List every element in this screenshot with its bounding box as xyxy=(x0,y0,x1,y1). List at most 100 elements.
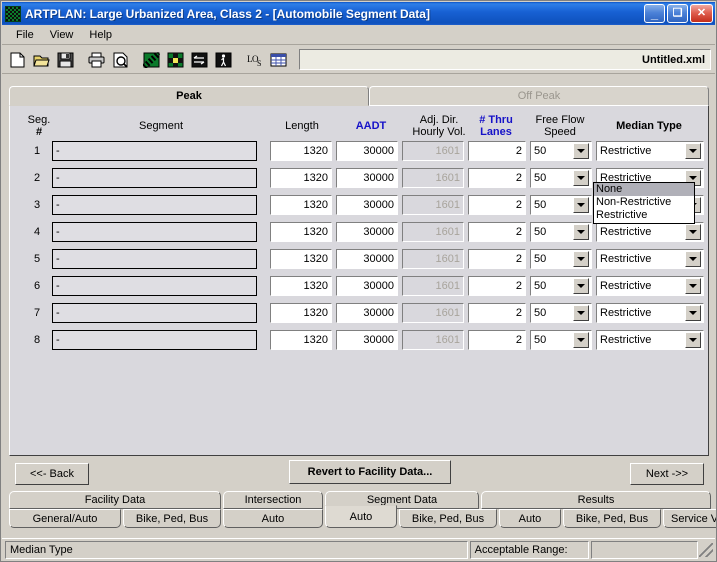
chevron-down-icon[interactable] xyxy=(573,197,589,213)
median-type-combo[interactable]: Restrictive xyxy=(596,141,704,161)
chevron-down-icon[interactable] xyxy=(573,143,589,159)
chevron-down-icon[interactable] xyxy=(685,305,701,321)
print-preview-button[interactable] xyxy=(109,49,132,71)
menu-item-help[interactable]: Help xyxy=(81,27,120,43)
los-button[interactable]: L O S xyxy=(243,49,266,71)
thru-lanes-field[interactable]: 2 xyxy=(468,222,526,242)
free-flow-speed-combo[interactable]: 50 xyxy=(530,276,592,296)
thru-lanes-field[interactable]: 2 xyxy=(468,276,526,296)
segment-field[interactable]: - xyxy=(52,222,257,242)
chevron-down-icon[interactable] xyxy=(685,278,701,294)
thru-lanes-field[interactable]: 2 xyxy=(468,168,526,188)
segment-field[interactable]: - xyxy=(52,276,257,296)
median-type-combo[interactable]: Restrictive xyxy=(596,276,704,296)
chevron-down-icon[interactable] xyxy=(573,305,589,321)
aadt-field[interactable]: 30000 xyxy=(336,249,398,269)
chevron-down-icon[interactable] xyxy=(573,251,589,267)
menu-item-file[interactable]: File xyxy=(8,27,42,43)
subtab-facility-general-auto[interactable]: General/Auto xyxy=(9,509,121,528)
group-tab-intersection[interactable]: Intersection xyxy=(223,491,323,509)
segment-field[interactable]: - xyxy=(52,141,257,161)
tab-peak[interactable]: Peak xyxy=(9,86,369,106)
median-type-combo[interactable]: Restrictive xyxy=(596,249,704,269)
free-flow-speed-combo[interactable]: 50 xyxy=(530,222,592,242)
length-field[interactable]: 1320 xyxy=(270,141,332,161)
length-field[interactable]: 1320 xyxy=(270,249,332,269)
back-button[interactable]: <<- Back xyxy=(15,463,89,485)
group-tab-facility-data[interactable]: Facility Data xyxy=(9,491,221,509)
next-button[interactable]: Next ->> xyxy=(630,463,704,485)
resize-grip-icon[interactable] xyxy=(699,542,713,557)
aadt-field[interactable]: 30000 xyxy=(336,195,398,215)
tab-off-peak[interactable]: Off Peak xyxy=(369,86,709,106)
chevron-down-icon[interactable] xyxy=(573,332,589,348)
free-flow-speed-combo[interactable]: 50 xyxy=(530,141,592,161)
aadt-field[interactable]: 30000 xyxy=(336,276,398,296)
open-file-button[interactable] xyxy=(30,49,53,71)
segment-field[interactable]: - xyxy=(52,330,257,350)
median-type-combo[interactable]: Restrictive xyxy=(596,303,704,323)
chevron-down-icon[interactable] xyxy=(685,332,701,348)
segment-field[interactable]: - xyxy=(52,249,257,269)
chevron-down-icon[interactable] xyxy=(685,251,701,267)
length-field[interactable]: 1320 xyxy=(270,195,332,215)
subtab-segment-auto[interactable]: Auto xyxy=(325,505,397,528)
chevron-down-icon[interactable] xyxy=(573,224,589,240)
menu-item-view[interactable]: View xyxy=(42,27,82,43)
report-button[interactable] xyxy=(267,49,290,71)
thru-lanes-field[interactable]: 2 xyxy=(468,249,526,269)
subtab-facility-bike-ped-bus[interactable]: Bike, Ped, Bus xyxy=(123,509,221,528)
new-file-button[interactable] xyxy=(6,49,29,71)
dropdown-option-none[interactable]: None xyxy=(594,183,694,196)
chevron-down-icon[interactable] xyxy=(685,143,701,159)
revert-to-facility-data-button[interactable]: Revert to Facility Data... xyxy=(289,460,451,484)
pedestrian-button[interactable] xyxy=(212,49,235,71)
maximize-button[interactable]: ❑ xyxy=(667,4,688,23)
aadt-field[interactable]: 30000 xyxy=(336,330,398,350)
median-type-combo[interactable]: Restrictive xyxy=(596,222,704,242)
subtab-results-bike-ped-bus[interactable]: Bike, Ped, Bus xyxy=(563,509,661,528)
median-type-combo[interactable]: Restrictive xyxy=(596,330,704,350)
dropdown-option-non-restrictive[interactable]: Non-Restrictive xyxy=(594,196,694,209)
subtab-intersection-auto[interactable]: Auto xyxy=(223,509,323,528)
dropdown-option-restrictive[interactable]: Restrictive xyxy=(594,209,694,222)
intersection-button[interactable] xyxy=(164,49,187,71)
facility-button[interactable] xyxy=(140,49,163,71)
thru-lanes-field[interactable]: 2 xyxy=(468,330,526,350)
thru-lanes-field[interactable]: 2 xyxy=(468,195,526,215)
save-button[interactable] xyxy=(54,49,77,71)
aadt-field[interactable]: 30000 xyxy=(336,303,398,323)
length-field[interactable]: 1320 xyxy=(270,330,332,350)
length-field[interactable]: 1320 xyxy=(270,276,332,296)
subtab-results-auto[interactable]: Auto xyxy=(499,509,561,528)
subtab-segment-bike-ped-bus[interactable]: Bike, Ped, Bus xyxy=(399,509,497,528)
subtab-results-service-volumes[interactable]: Service Volumes xyxy=(663,509,716,528)
length-field[interactable]: 1320 xyxy=(270,303,332,323)
segment-field[interactable]: - xyxy=(52,168,257,188)
thru-lanes-field[interactable]: 2 xyxy=(468,141,526,161)
aadt-field[interactable]: 30000 xyxy=(336,168,398,188)
free-flow-speed-combo[interactable]: 50 xyxy=(530,195,592,215)
segment-field[interactable]: - xyxy=(52,303,257,323)
segment-button[interactable] xyxy=(188,49,211,71)
group-tab-results[interactable]: Results xyxy=(481,491,711,509)
free-flow-speed-combo[interactable]: 50 xyxy=(530,249,592,269)
free-flow-speed-combo[interactable]: 50 xyxy=(530,303,592,323)
acceptable-range-value xyxy=(590,540,699,559)
chevron-down-icon[interactable] xyxy=(573,278,589,294)
close-button[interactable]: ✕ xyxy=(690,4,713,23)
segment-field[interactable]: - xyxy=(52,195,257,215)
free-flow-speed-combo[interactable]: 50 xyxy=(530,330,592,350)
print-button[interactable] xyxy=(85,49,108,71)
minimize-button[interactable]: _ xyxy=(644,4,665,23)
length-field[interactable]: 1320 xyxy=(270,168,332,188)
aadt-field[interactable]: 30000 xyxy=(336,141,398,161)
chevron-down-icon[interactable] xyxy=(573,170,589,186)
status-bar: Median Type Acceptable Range: xyxy=(2,538,715,560)
aadt-field[interactable]: 30000 xyxy=(336,222,398,242)
free-flow-speed-combo[interactable]: 50 xyxy=(530,168,592,188)
chevron-down-icon[interactable] xyxy=(685,224,701,240)
thru-lanes-field[interactable]: 2 xyxy=(468,303,526,323)
length-field[interactable]: 1320 xyxy=(270,222,332,242)
median-type-dropdown-list[interactable]: None Non-Restrictive Restrictive xyxy=(593,182,695,224)
